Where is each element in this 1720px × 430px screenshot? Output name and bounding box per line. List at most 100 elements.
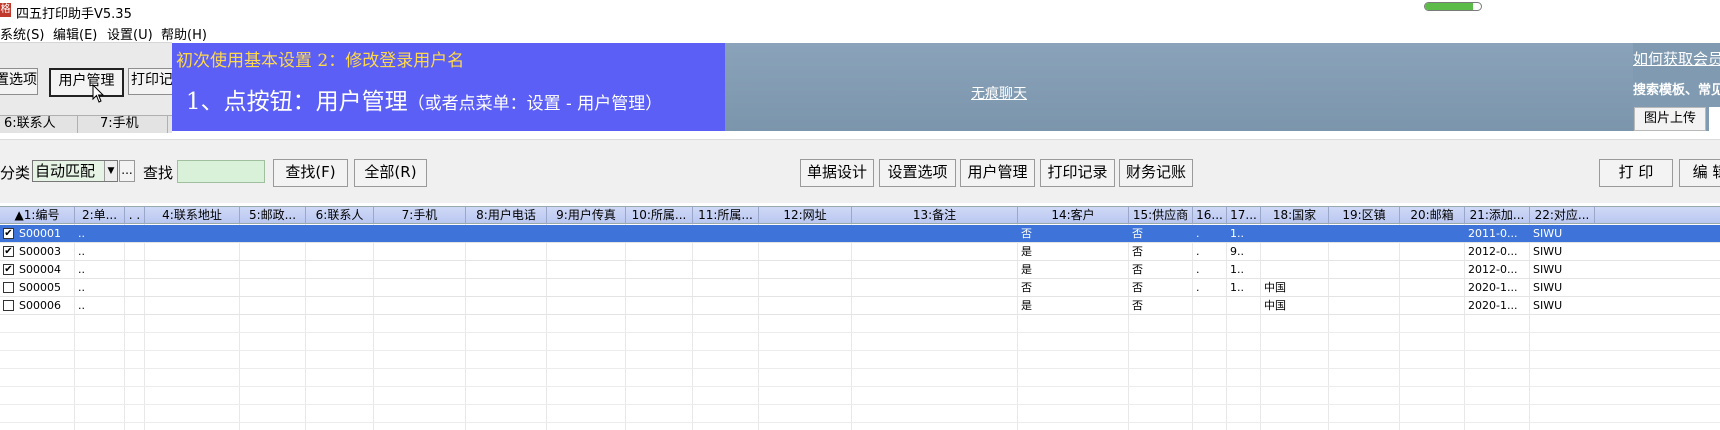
row-checkbox[interactable]: ✔ <box>3 264 14 275</box>
table-cell <box>693 225 759 243</box>
menu-help[interactable]: 帮助(H) <box>161 24 207 43</box>
table-cell <box>125 279 145 297</box>
table-cell: 中国 <box>1264 281 1286 294</box>
table-cell: . <box>1196 227 1200 240</box>
print-button[interactable]: 打 印 <box>1599 159 1673 187</box>
column-header[interactable]: 17... <box>1227 206 1261 224</box>
chevron-down-icon[interactable]: ▼ <box>104 161 117 181</box>
column-header[interactable]: 14:客户 <box>1018 206 1129 224</box>
table-cell <box>1227 297 1261 315</box>
settings-options-button[interactable]: 设置选项 <box>879 159 956 187</box>
column-header[interactable]: 5:邮政... <box>240 206 306 224</box>
column-header[interactable]: 19:区镇 <box>1329 206 1400 224</box>
table-cell: .. <box>78 227 85 240</box>
table-cell: 是 <box>1021 299 1032 312</box>
column-header[interactable]: 20:邮箱 <box>1400 206 1465 224</box>
table-cell: S00005 <box>19 281 61 294</box>
column-header[interactable]: . . <box>125 206 145 224</box>
options-button[interactable]: 置选项 <box>0 68 38 95</box>
row-checkbox[interactable]: ✔ <box>3 228 14 239</box>
table-cell <box>852 243 1018 261</box>
table-cell <box>626 243 693 261</box>
column-tab-mobile[interactable]: 7:手机 <box>78 115 168 133</box>
table-cell <box>1400 279 1465 297</box>
menu-system[interactable]: 系统(S) <box>0 24 44 43</box>
table-cell <box>547 225 626 243</box>
image-upload-tab[interactable]: 图片上传 <box>1634 107 1706 131</box>
column-header[interactable]: 7:手机 <box>374 206 466 224</box>
table-cell <box>240 243 306 261</box>
table-cell <box>125 225 145 243</box>
member-link[interactable]: 如何获取会员II <box>1633 48 1720 69</box>
user-management-button[interactable]: 用户管理 <box>49 68 124 97</box>
column-header[interactable]: 12:网址 <box>759 206 852 224</box>
chat-link[interactable]: 无痕聊天 <box>971 83 1027 103</box>
column-header[interactable]: 4:联系地址 <box>145 206 240 224</box>
column-header[interactable]: 6:联系人 <box>306 206 374 224</box>
search-templates-text: 搜索模板、常见 <box>1633 83 1720 98</box>
column-header[interactable]: 18:国家 <box>1261 206 1329 224</box>
row-checkbox[interactable] <box>3 300 14 311</box>
category-label: 分类 <box>0 164 31 182</box>
table-cell: S00001 <box>19 227 61 240</box>
column-header[interactable]: 16... <box>1193 206 1227 224</box>
table-cell <box>759 279 852 297</box>
column-header[interactable]: 21:添加... <box>1465 206 1530 224</box>
table-cell <box>240 297 306 315</box>
show-all-button[interactable]: 全部(R) <box>354 159 427 187</box>
table-cell: 1.. <box>1230 281 1244 294</box>
edit-button[interactable]: 编 辑 <box>1679 159 1720 187</box>
table-cell <box>306 279 374 297</box>
column-header[interactable]: 15:供应商 <box>1129 206 1193 224</box>
table-row[interactable]: ✔ S00004.. 是 否. 1.. 2012-0... SIWU <box>0 261 1720 279</box>
table-row[interactable]: S00005.. 否 否. 1.. 中国 2020-1... SIWU <box>0 279 1720 297</box>
column-header[interactable]: ▲1:编号 <box>0 206 75 224</box>
find-button[interactable]: 查找(F) <box>273 159 348 187</box>
table-cell <box>466 279 547 297</box>
column-header[interactable]: 9:用户传真 <box>547 206 626 224</box>
empty-row <box>0 405 1720 423</box>
table-cell: 1.. <box>1230 227 1244 240</box>
table-cell <box>374 261 466 279</box>
table-row[interactable]: ✔ S00003.. 是 否. 9.. 2012-0... SIWU <box>0 243 1720 261</box>
table-cell <box>1400 225 1465 243</box>
table-cell <box>852 225 1018 243</box>
table-cell <box>466 243 547 261</box>
table-cell <box>759 243 852 261</box>
table-cell <box>306 261 374 279</box>
row-checkbox[interactable] <box>3 282 14 293</box>
table-cell <box>466 261 547 279</box>
row-checkbox[interactable]: ✔ <box>3 246 14 257</box>
cursor-arrow-icon <box>92 84 105 103</box>
banner-main-note: （或者点菜单：设置 - 用户管理） <box>407 94 663 114</box>
table-cell <box>693 261 759 279</box>
table-cell: 否 <box>1132 299 1143 312</box>
column-header[interactable]: 10:所属... <box>626 206 693 224</box>
table-cell <box>759 261 852 279</box>
column-header[interactable]: 2:单... <box>75 206 125 224</box>
table-cell: S00004 <box>19 263 61 276</box>
table-cell <box>145 297 240 315</box>
finance-ledger-button[interactable]: 财务记账 <box>1119 159 1193 187</box>
document-design-button[interactable]: 单据设计 <box>800 159 874 187</box>
table-row[interactable]: ✔ S00001.. 否 否. 1.. 2011-0... SIWU <box>0 225 1720 243</box>
user-management-filter-button[interactable]: 用户管理 <box>960 159 1035 187</box>
menu-edit[interactable]: 编辑(E) <box>53 24 97 43</box>
column-header[interactable]: 11:所属... <box>693 206 759 224</box>
table-cell <box>1400 297 1465 315</box>
column-header[interactable]: 8:用户电话 <box>466 206 547 224</box>
column-tab-contact[interactable]: 6:联系人 <box>0 115 78 133</box>
print-record-button[interactable]: 打印记 <box>128 68 176 95</box>
progress-fill <box>1425 3 1473 10</box>
print-records-button[interactable]: 打印记录 <box>1040 159 1115 187</box>
menu-settings[interactable]: 设置(U) <box>107 24 153 43</box>
search-input[interactable] <box>177 160 265 183</box>
category-more-button[interactable]: ... <box>119 160 135 182</box>
table-cell: 1.. <box>1230 263 1244 276</box>
panel-edge <box>1709 107 1720 131</box>
table-cell <box>547 261 626 279</box>
column-header[interactable]: 22:对应... <box>1530 206 1595 224</box>
column-header[interactable]: 13:备注 <box>852 206 1018 224</box>
table-row[interactable]: S00006.. 是 否 中国 2020-1... SIWU <box>0 297 1720 315</box>
table-cell <box>1400 261 1465 279</box>
